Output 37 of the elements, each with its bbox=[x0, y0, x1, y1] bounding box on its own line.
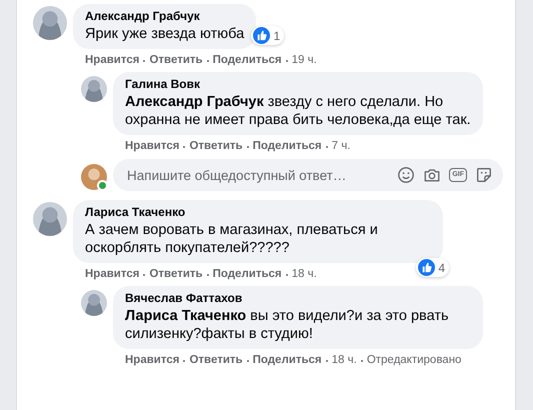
author-name[interactable]: Лариса Ткаченко bbox=[85, 205, 431, 220]
reaction-badge[interactable]: 1 bbox=[251, 26, 284, 45]
thumbs-up-icon bbox=[418, 259, 436, 276]
comment-action-link[interactable]: Ответить bbox=[149, 268, 203, 281]
avatar-icon[interactable] bbox=[81, 76, 107, 102]
comment-text: Ярик уже звезда ютюба bbox=[85, 25, 244, 43]
reaction-count: 1 bbox=[273, 28, 280, 42]
author-name[interactable]: Галина Вовк bbox=[125, 77, 471, 92]
smiley-icon[interactable] bbox=[397, 166, 416, 184]
reply-text: Лариса Ткаченко вы это видели?и за это рвать силизенку?факты в студию! bbox=[125, 307, 450, 343]
comment-action-link[interactable]: Нравится bbox=[85, 268, 140, 281]
reply-text: Александр Грабчук звезду с него сделали. Но охранна не имеет права бить человека,да еще так. bbox=[125, 93, 471, 129]
avatar-icon[interactable] bbox=[81, 290, 107, 316]
comment-action-link[interactable]: Поделиться bbox=[252, 354, 322, 367]
comment-action-link[interactable]: Поделиться bbox=[212, 268, 282, 281]
comment-action-link[interactable]: Ответить bbox=[149, 54, 203, 67]
avatar-icon[interactable] bbox=[33, 202, 67, 236]
author-name[interactable]: Вячеслав Фаттахов bbox=[125, 291, 471, 306]
comment-time[interactable]: 19 ч. bbox=[292, 54, 317, 67]
reaction-badge[interactable]: 4 bbox=[416, 258, 449, 277]
comment-action-link[interactable]: Нравится bbox=[125, 140, 180, 153]
comment-action-link[interactable]: Нравится bbox=[125, 354, 180, 367]
comment-action-link[interactable]: Ответить bbox=[189, 354, 243, 367]
comment-time[interactable]: 18 ч. bbox=[292, 268, 317, 281]
comment-action-link[interactable]: Нравится bbox=[85, 54, 140, 67]
comment-action-link[interactable]: Ответить bbox=[189, 140, 243, 153]
thumbs-up-icon bbox=[253, 27, 270, 44]
comment-text: А зачем воровать в магазинах, плеваться и оскорблять покупателей????? bbox=[85, 221, 379, 257]
comment-action-link[interactable]: Поделиться bbox=[212, 54, 282, 67]
edited-label: Отредактировано bbox=[366, 354, 462, 367]
reaction-count: 4 bbox=[438, 260, 445, 274]
comment-action-link[interactable]: Поделиться bbox=[252, 140, 322, 153]
comment-time[interactable]: 7 ч. bbox=[332, 140, 350, 153]
comment-time[interactable]: 18 ч. bbox=[332, 354, 357, 367]
author-name[interactable]: Александр Грабчук bbox=[85, 9, 244, 24]
avatar-icon[interactable] bbox=[33, 6, 67, 40]
sticker-icon[interactable] bbox=[475, 166, 493, 184]
